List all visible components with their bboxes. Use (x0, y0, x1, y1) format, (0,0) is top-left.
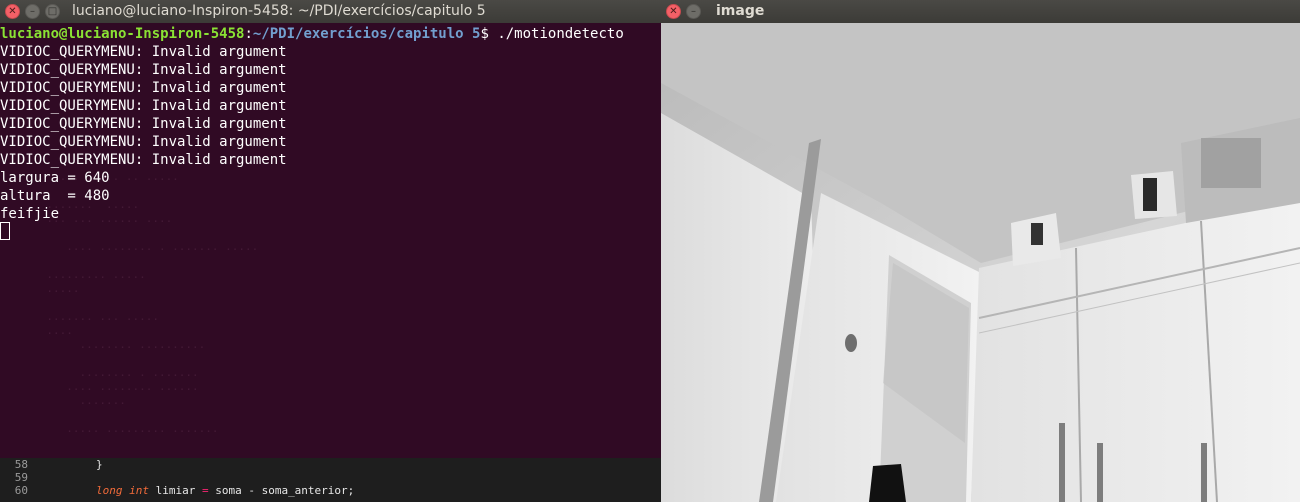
terminal-window[interactable]: ✕ – □ luciano@luciano-Inspiron-5458: ~/P… (0, 0, 661, 502)
maximize-icon[interactable]: □ (45, 4, 60, 19)
terminal-titlebar[interactable]: ✕ – □ luciano@luciano-Inspiron-5458: ~/P… (0, 0, 661, 23)
terminal-output[interactable]: VIDIOC_QUERYMENU: Invalid argument VIDIO… (0, 43, 661, 458)
image-window[interactable]: ✕ – image (661, 0, 1300, 502)
line-number: 60 (14, 484, 28, 497)
output-line: altura = 480 (0, 188, 110, 204)
camera-frame (661, 23, 1300, 502)
shell-prompt: luciano@luciano-Inspiron-5458:~/PDI/exer… (0, 26, 624, 42)
minimize-icon[interactable]: – (686, 4, 701, 19)
image-title: image (716, 3, 765, 19)
editor-line: 60 long int limiar = soma - soma_anterio… (0, 484, 661, 497)
minimize-icon[interactable]: – (25, 4, 40, 19)
output-line: VIDIOC_QUERYMENU: Invalid argument (0, 152, 287, 168)
output-line: feifjie (0, 206, 60, 222)
close-icon[interactable]: ✕ (666, 4, 681, 19)
output-line: VIDIOC_QUERYMENU: Invalid argument (0, 80, 287, 96)
prompt-path: ~/PDI/exercícios/capitulo 5 (252, 26, 481, 42)
output-line: VIDIOC_QUERYMENU: Invalid argument (0, 62, 287, 78)
editor-line: 59 (0, 471, 661, 484)
output-line: VIDIOC_QUERYMENU: Invalid argument (0, 44, 287, 60)
code-editor-strip[interactable]: 58 } 59 60 long int limiar = soma - soma… (0, 458, 661, 502)
output-line: VIDIOC_QUERYMENU: Invalid argument (0, 134, 287, 150)
prompt-user-host: luciano@luciano-Inspiron-5458 (0, 26, 245, 42)
image-titlebar[interactable]: ✕ – image (661, 0, 1300, 23)
line-number: 58 (14, 458, 28, 471)
terminal-cursor (0, 222, 10, 240)
output-line: VIDIOC_QUERYMENU: Invalid argument (0, 98, 287, 114)
output-line: VIDIOC_QUERYMENU: Invalid argument (0, 116, 287, 132)
prompt-command: ./motiondetecto (488, 26, 624, 42)
output-line: largura = 640 (0, 170, 110, 186)
editor-line: 58 } (0, 458, 661, 471)
close-icon[interactable]: ✕ (5, 4, 20, 19)
terminal-title: luciano@luciano-Inspiron-5458: ~/PDI/exe… (72, 3, 486, 19)
line-number: 59 (14, 471, 28, 484)
